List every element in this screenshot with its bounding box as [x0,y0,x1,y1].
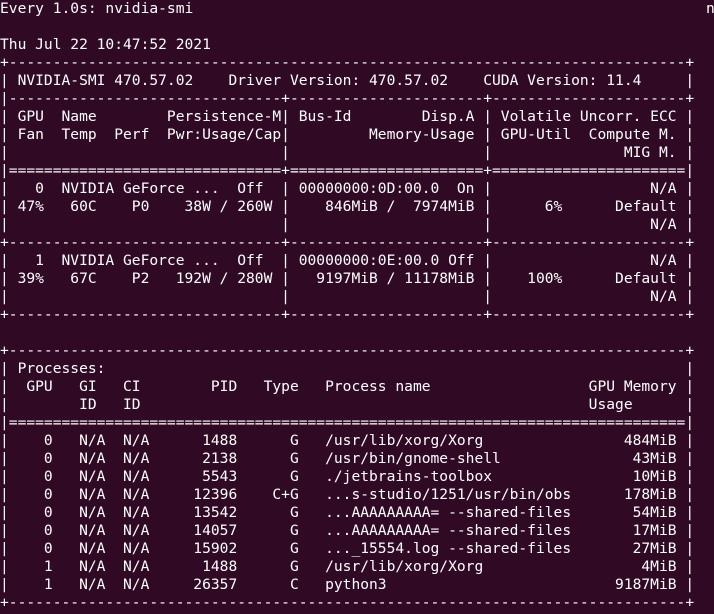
gpu-1-separator: +-------------------------------+-------… [0,306,695,323]
processes-border-bottom: +---------------------------------------… [0,594,695,611]
processes-header-2: | ID ID Usage | [0,396,695,413]
terminal-window[interactable]: Every 1.0s: nvidia-smi n Thu Jul 22 10:4… [0,0,714,614]
process-row: | 1 N/A N/A 1488 G /usr/lib/xorg/Xorg 4M… [0,558,695,575]
process-row: | 0 N/A N/A 1488 G /usr/lib/xorg/Xorg 48… [0,432,695,449]
gpu-1-row-2: | 39% 67C P2 192W / 280W | 9197MiB / 111… [0,270,695,287]
smi-version-line: | NVIDIA-SMI 470.57.02 Driver Version: 4… [0,72,695,89]
gpu-1-row-3: | | | N/A | [0,288,695,305]
gpu-1-row-1: | 1 NVIDIA GeForce ... Off | 00000000:0E… [0,252,695,269]
process-row: | 0 N/A N/A 14057 G ...AAAAAAAAA= --shar… [0,522,695,539]
process-row: | 0 N/A N/A 5543 G ./jetbrains-toolbox 1… [0,468,695,485]
smi-separator: |-------------------------------+-------… [0,90,695,107]
gpu-0-row-1: | 0 NVIDIA GeForce ... Off | 00000000:0D… [0,180,695,197]
gpu-0-row-2: | 47% 60C P0 38W / 260W | 846MiB / 7974M… [0,198,695,215]
processes-header-1: | GPU GI CI PID Type Process name GPU Me… [0,378,695,395]
process-row: | 0 N/A N/A 12396 C+G ...s-studio/1251/u… [0,486,695,503]
smi-border-top: +---------------------------------------… [0,54,695,71]
gpu-table-header-2: | Fan Temp Perf Pwr:Usage/Cap| Memory-Us… [0,126,695,143]
gpu-table-header-separator: |===============================+=======… [0,162,695,179]
processes-border-top: +---------------------------------------… [0,342,695,359]
processes-header-separator: |=======================================… [0,414,695,431]
watch-header-hostname-fragment: n [706,0,714,17]
process-row: | 1 N/A N/A 26357 C python3 9187MiB | [0,576,695,593]
watch-timestamp: Thu Jul 22 10:47:52 2021 [0,36,211,53]
process-row: | 0 N/A N/A 13542 G ...AAAAAAAAA= --shar… [0,504,695,521]
process-row: | 0 N/A N/A 15902 G ..._15554.log --shar… [0,540,695,557]
gpu-table-header-1: | GPU Name Persistence-M| Bus-Id Disp.A … [0,108,695,125]
gpu-table-header-3: | | | MIG M. | [0,144,695,161]
watch-command-header: Every 1.0s: nvidia-smi [0,0,194,17]
gpu-0-separator: +-------------------------------+-------… [0,234,695,251]
processes-title: | Processes: | [0,360,695,377]
process-row: | 0 N/A N/A 2138 G /usr/bin/gnome-shell … [0,450,695,467]
gpu-0-row-3: | | | N/A | [0,216,695,233]
